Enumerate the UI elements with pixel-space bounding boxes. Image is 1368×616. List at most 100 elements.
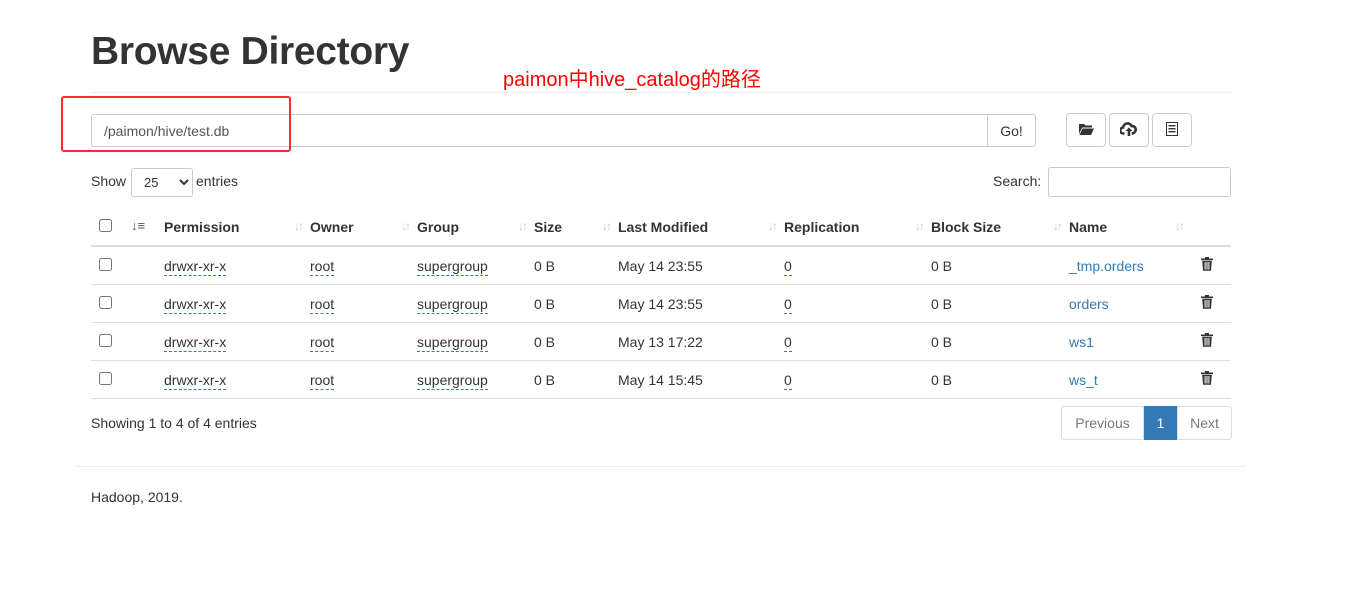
replication-link[interactable]: 0 (784, 333, 792, 352)
pagination: Previous 1 Next (1061, 406, 1232, 440)
owner-link[interactable]: root (310, 371, 335, 390)
column-header-owner[interactable]: Owner ↓↑ (310, 209, 417, 247)
block-size-cell: 0 B (931, 284, 1069, 323)
permission-cell: drwxr-xr-x (164, 360, 310, 399)
upload-button[interactable] (1109, 113, 1149, 147)
trash-icon[interactable] (1201, 333, 1213, 350)
group-cell: supergroup (417, 322, 534, 361)
owner-cell: root (310, 360, 417, 399)
column-label: Last Modified (618, 219, 709, 235)
file-name-link[interactable]: orders (1069, 296, 1109, 312)
trash-icon[interactable] (1201, 371, 1213, 388)
permission-cell: drwxr-xr-x (164, 284, 310, 323)
block-size-cell: 0 B (931, 360, 1069, 399)
row-select-cell (91, 284, 124, 323)
row-select-cell (91, 322, 124, 361)
sort-column-header[interactable]: ↓≡ (124, 209, 164, 247)
group-link[interactable]: supergroup (417, 295, 488, 314)
column-header-replication[interactable]: Replication ↓↑ (784, 209, 931, 247)
page-title: Browse Directory (91, 30, 410, 73)
row-spacer-cell (124, 322, 164, 361)
column-header-size[interactable]: Size ↓↑ (534, 209, 618, 247)
block-size-cell: 0 B (931, 246, 1069, 285)
delete-cell (1191, 284, 1231, 323)
last-modified-cell: May 14 23:55 (618, 284, 784, 323)
cloud-upload-icon (1119, 121, 1138, 139)
row-checkbox[interactable] (99, 371, 112, 385)
replication-link[interactable]: 0 (784, 295, 792, 314)
owner-link[interactable]: root (310, 295, 335, 314)
cut-paste-button[interactable] (1152, 113, 1192, 147)
owner-link[interactable]: root (310, 257, 335, 276)
permission-link[interactable]: drwxr-xr-x (164, 371, 227, 390)
sort-icon: ↓↑ (602, 219, 612, 233)
replication-link[interactable]: 0 (784, 257, 792, 276)
select-all-checkbox[interactable] (99, 219, 112, 232)
file-name-link[interactable]: ws_t (1069, 372, 1098, 388)
last-modified-cell: May 13 17:22 (618, 322, 784, 361)
path-input[interactable] (91, 114, 988, 147)
column-header-name[interactable]: Name ↓↑ (1069, 209, 1191, 247)
column-header-block-size[interactable]: Block Size ↓↑ (931, 209, 1069, 247)
row-checkbox[interactable] (99, 295, 112, 309)
column-header-group[interactable]: Group ↓↑ (417, 209, 534, 247)
file-rows: drwxr-xr-x root supergroup 0 B May 14 23:55 0… (91, 246, 1231, 399)
table-header-row: ↓≡ Permission ↓↑ Owner ↓↑ Group ↓↑ Size ↓↑ L… (91, 209, 1231, 247)
page-1-button[interactable]: 1 (1144, 406, 1177, 440)
trash-icon[interactable] (1201, 295, 1213, 312)
column-label: Name (1069, 219, 1108, 235)
create-directory-button[interactable] (1066, 113, 1106, 147)
entries-select[interactable]: 25 (131, 168, 193, 197)
table-row: drwxr-xr-x root supergroup 0 B May 14 23:55 0… (91, 246, 1231, 285)
sort-icon: ↓↑ (518, 219, 528, 233)
column-label: Size (534, 219, 563, 235)
file-table: ↓≡ Permission ↓↑ Owner ↓↑ Group ↓↑ Size ↓↑ L… (91, 209, 1231, 399)
footer-divider (76, 466, 1246, 467)
trash-icon[interactable] (1201, 257, 1213, 274)
search-label: Search: (993, 173, 1042, 189)
owner-cell: root (310, 322, 417, 361)
sort-icon: ↓↑ (1175, 219, 1185, 233)
group-link[interactable]: supergroup (417, 371, 488, 390)
name-cell: ws1 (1069, 322, 1191, 361)
sort-icon: ↓↑ (401, 219, 411, 233)
owner-link[interactable]: root (310, 333, 335, 352)
column-label: Permission (164, 219, 240, 235)
name-cell: ws_t (1069, 360, 1191, 399)
replication-cell: 0 (784, 360, 931, 399)
permission-link[interactable]: drwxr-xr-x (164, 257, 227, 276)
replication-link[interactable]: 0 (784, 371, 792, 390)
search-input[interactable] (1048, 167, 1231, 197)
sort-icon: ↓↑ (1053, 219, 1063, 233)
permission-link[interactable]: drwxr-xr-x (164, 295, 227, 314)
row-select-cell (91, 360, 124, 399)
owner-cell: root (310, 246, 417, 285)
header-divider (91, 92, 1231, 93)
row-checkbox[interactable] (99, 333, 112, 347)
sort-icon: ↓↑ (294, 219, 304, 233)
file-name-link[interactable]: ws1 (1069, 334, 1094, 350)
previous-page-button[interactable]: Previous (1061, 406, 1144, 440)
column-header-permission[interactable]: Permission ↓↑ (164, 209, 310, 247)
file-name-link[interactable]: _tmp.orders (1069, 258, 1144, 274)
column-label: Group (417, 219, 459, 235)
permission-link[interactable]: drwxr-xr-x (164, 333, 227, 352)
annotation-note: paimon中hive_catalog的路径 (503, 69, 761, 91)
column-label: Owner (310, 219, 354, 235)
group-link[interactable]: supergroup (417, 333, 488, 352)
table-row: drwxr-xr-x root supergroup 0 B May 14 15:45 0… (91, 360, 1231, 399)
owner-cell: root (310, 284, 417, 323)
row-spacer-cell (124, 246, 164, 285)
actions-header (1191, 209, 1231, 247)
column-header-last-modified[interactable]: Last Modified ↓↑ (618, 209, 784, 247)
permission-cell: drwxr-xr-x (164, 246, 310, 285)
list-icon (1166, 121, 1178, 139)
delete-cell (1191, 322, 1231, 361)
group-link[interactable]: supergroup (417, 257, 488, 276)
delete-cell (1191, 360, 1231, 399)
row-checkbox[interactable] (99, 257, 112, 271)
entries-label: entries (196, 173, 239, 189)
next-page-button[interactable]: Next (1177, 406, 1232, 440)
column-label: Replication (784, 219, 860, 235)
go-button[interactable]: Go! (987, 114, 1036, 147)
